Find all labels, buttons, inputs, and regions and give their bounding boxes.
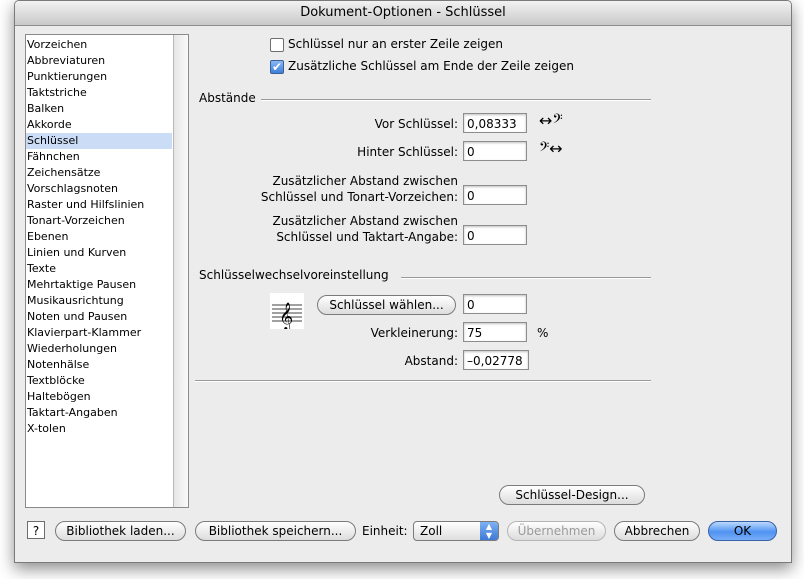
before-clef-field[interactable]: 0,08333 [463,113,527,133]
sidebar-item[interactable]: Texte [26,261,172,277]
ok-button[interactable]: OK [708,521,777,541]
reduction-field[interactable]: 75 [463,322,527,342]
distance-label: Abstand: [404,354,458,368]
reduction-unit: % [537,326,549,340]
sidebar-item[interactable]: Taktstriche [26,85,172,101]
spacing-heading: Abstände [199,91,256,105]
first-line-only-label[interactable]: Schlüssel nur an erster Zeile zeigen [288,37,503,51]
dialog-window: Dokument-Optionen - Schlüssel Vorzeichen… [14,0,792,563]
sidebar-item[interactable]: Textblöcke [26,373,172,389]
sidebar-item[interactable]: Taktart-Angaben [26,405,172,421]
sidebar-item[interactable]: Schlüssel [26,133,172,149]
clef-change-divider [401,277,651,279]
category-list[interactable]: Vorzeichen Abbreviaturen Punktierungen Takt… [25,34,189,508]
help-button[interactable]: ? [27,521,45,539]
sidebar-item[interactable]: Mehrtaktige Pausen [26,277,172,293]
key-signature-spacing-label-line1: Zusätzlicher Abstand zwischen [272,174,458,188]
clef-design-button[interactable]: Schlüssel-Design... [499,485,645,505]
sidebar-item[interactable]: Ebenen [26,229,172,245]
sidebar-item[interactable]: X-tolen [26,421,172,437]
clef-change-heading: Schlüsselwechselvoreinstellung [199,268,389,282]
clef-number-field[interactable]: 0 [463,294,527,314]
arrow-bass-clef-icon: ↔𝄢 [539,111,563,130]
choose-clef-button[interactable]: Schlüssel wählen... [317,295,456,315]
window-title: Dokument-Optionen - Schlüssel [15,1,791,26]
unit-select[interactable]: Zoll ▲ ▼ [413,521,499,541]
select-arrows-icon: ▲ ▼ [480,522,498,540]
sidebar-item[interactable]: Musikausrichtung [26,293,172,309]
distance-field[interactable]: –0,02778 [463,350,529,370]
end-of-line-label[interactable]: Zusätzliche Schlüssel am Ende der Zeile … [288,59,574,73]
sidebar-item[interactable]: Fähnchen [26,149,172,165]
after-clef-field[interactable]: 0 [463,141,527,161]
time-signature-spacing-label-line1: Zusätzlicher Abstand zwischen [272,214,458,228]
cancel-button[interactable]: Abbrechen [614,521,700,541]
time-signature-spacing-label-line2: Schlüssel und Taktart-Angabe: [276,230,458,244]
sidebar-item[interactable]: Tonart-Vorzeichen [26,213,172,229]
sidebar-item[interactable]: Akkorde [26,117,172,133]
sidebar-item[interactable]: Notenhälse [26,357,172,373]
sidebar-item[interactable]: Linien und Kurven [26,245,172,261]
load-library-button[interactable]: Bibliothek laden... [55,521,186,541]
spacing-divider [261,99,651,101]
bass-clef-arrow-icon: 𝄢↔ [539,139,563,158]
sidebar-item[interactable]: Balken [26,101,172,117]
treble-clef-staff-icon: 𝄞 [270,293,304,331]
apply-button[interactable]: Übernehmen [507,521,606,541]
unit-select-value: Zoll [420,524,443,538]
svg-text:𝄞: 𝄞 [279,302,293,329]
end-of-line-checkbox[interactable]: ✔ [270,60,284,74]
category-list-items: Vorzeichen Abbreviaturen Punktierungen Takt… [26,37,172,437]
sidebar-item[interactable]: Wiederholungen [26,341,172,357]
sidebar-item[interactable]: Zeichensätze [26,165,172,181]
sidebar-item[interactable]: Klavierpart-Klammer [26,325,172,341]
bottom-divider [195,380,651,382]
sidebar-item[interactable]: Raster und Hilfslinien [26,197,172,213]
sidebar-item[interactable]: Punktierungen [26,69,172,85]
first-line-only-checkbox[interactable] [270,38,284,52]
key-signature-spacing-field[interactable]: 0 [463,185,527,205]
reduction-label: Verkleinerung: [370,326,458,340]
sidebar-item[interactable]: Haltebögen [26,389,172,405]
unit-label: Einheit: [362,524,408,538]
save-library-button[interactable]: Bibliothek speichern... [195,521,356,541]
time-signature-spacing-field[interactable]: 0 [463,225,527,245]
sidebar-item[interactable]: Vorzeichen [26,37,172,53]
sidebar-item[interactable]: Abbreviaturen [26,53,172,69]
sidebar-item[interactable]: Noten und Pausen [26,309,172,325]
key-signature-spacing-label-line2: Schlüssel und Tonart-Vorzeichen: [260,190,458,204]
after-clef-label: Hinter Schlüssel: [357,145,458,159]
before-clef-label: Vor Schlüssel: [374,117,458,131]
category-list-scrollbar[interactable] [173,35,188,507]
sidebar-item[interactable]: Vorschlagsnoten [26,181,172,197]
